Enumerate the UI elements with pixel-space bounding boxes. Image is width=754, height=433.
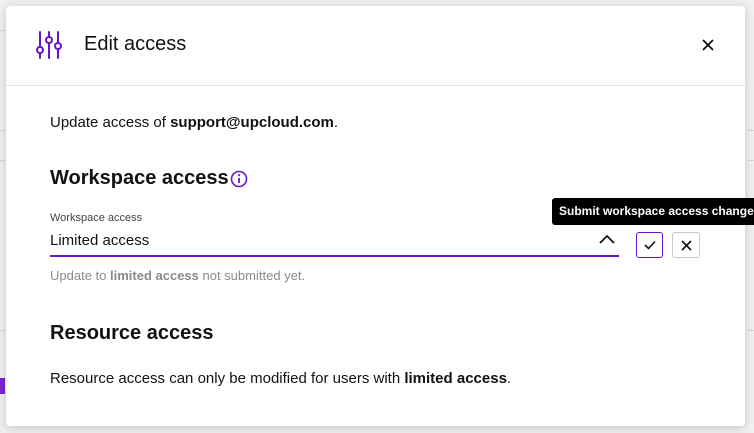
bg-accent-mark: [0, 378, 5, 394]
workspace-access-value: Limited access: [50, 232, 150, 249]
workspace-access-select[interactable]: Limited access: [50, 228, 619, 257]
close-button[interactable]: [697, 34, 719, 56]
sliders-icon: [36, 31, 62, 59]
bg-divider: [748, 330, 754, 331]
chevron-up-icon: [599, 234, 615, 244]
bg-divider: [748, 160, 754, 161]
resource-access-text: Resource access can only be modified for…: [50, 370, 511, 387]
modal-header: Edit access: [6, 6, 745, 86]
workspace-access-field-label: Workspace access: [50, 212, 143, 224]
intro-suffix: .: [333, 114, 339, 131]
submit-tooltip: Submit workspace access change: [552, 198, 754, 225]
bg-divider: [748, 130, 754, 131]
submit-access-button[interactable]: [636, 232, 663, 258]
modal-title: Edit access: [84, 33, 187, 55]
hint-bold: limited access: [110, 268, 199, 283]
hint-suffix: not submitted yet.: [198, 268, 306, 283]
intro-text: Update access of support@upcloud.com.: [50, 114, 338, 131]
info-icon[interactable]: [230, 170, 248, 188]
edit-access-modal: Edit access Update access of support@upc…: [6, 6, 754, 426]
workspace-access-heading: Workspace access: [50, 167, 229, 189]
pending-change-hint: Update to limited access not submitted y…: [50, 268, 305, 283]
close-icon: [702, 39, 714, 51]
cancel-access-button[interactable]: [672, 232, 700, 258]
resource-text-suffix: .: [506, 370, 512, 387]
resource-access-heading: Resource access: [50, 322, 214, 344]
hint-prefix: Update to: [50, 268, 110, 283]
intro-prefix: Update access of: [50, 114, 171, 131]
check-icon: [643, 240, 656, 250]
resource-text-bold: limited access: [404, 370, 507, 387]
user-email: support@upcloud.com: [170, 114, 334, 131]
resource-text-prefix: Resource access can only be modified for…: [50, 370, 405, 387]
close-icon: [680, 239, 692, 251]
